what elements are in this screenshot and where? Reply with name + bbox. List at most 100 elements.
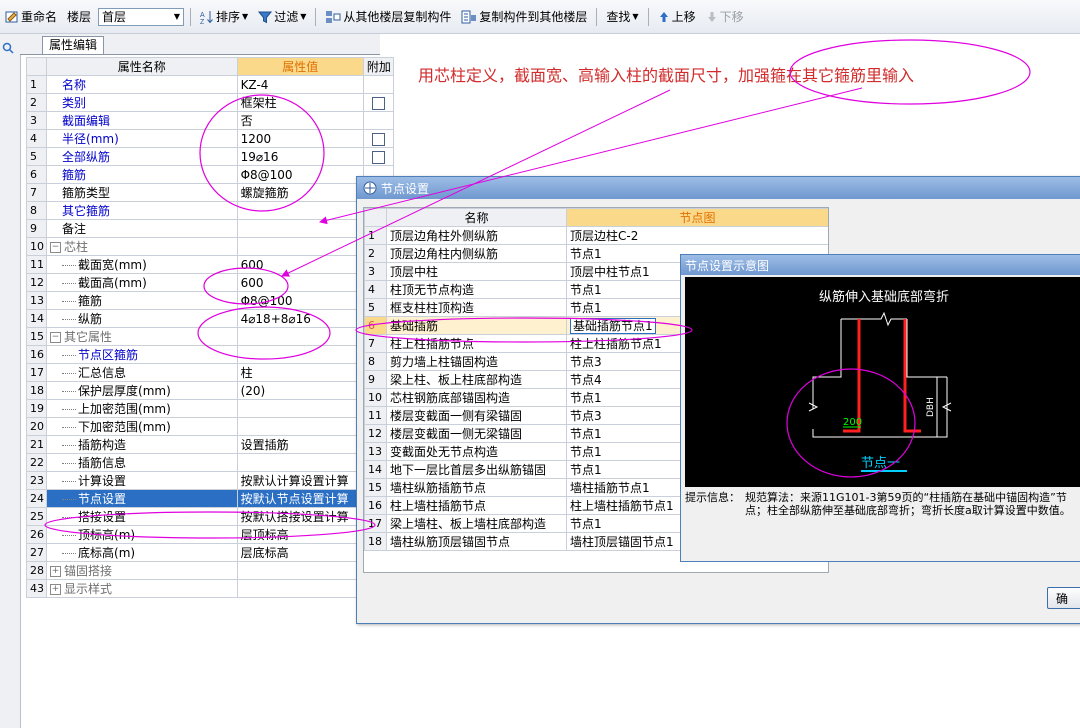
move-up-button[interactable]: 上移 <box>655 5 699 29</box>
property-name-cell[interactable]: 半径(mm) <box>46 129 238 148</box>
property-row[interactable]: 17 汇总信息 柱 <box>25 363 395 382</box>
property-row[interactable]: 26 顶标高(m) 层顶标高 <box>25 525 395 544</box>
property-name-cell[interactable]: + 显示样式 <box>46 579 238 598</box>
property-name-cell[interactable]: 截面编辑 <box>46 111 238 130</box>
property-row[interactable]: 15− 其它属性 <box>25 327 395 346</box>
tab-property-edit[interactable]: 属性编辑 <box>42 36 105 54</box>
property-value-cell[interactable] <box>236 327 364 346</box>
property-value-cell[interactable] <box>236 201 364 220</box>
property-row[interactable]: 16 节点区箍筋 <box>25 345 395 364</box>
property-row[interactable]: 23 计算设置 按默认计算设置计算 <box>25 471 395 490</box>
property-value-cell[interactable] <box>236 345 364 364</box>
property-row[interactable]: 19 上加密范围(mm) <box>25 399 395 418</box>
property-row[interactable]: 18 保护层厚度(mm) (20) <box>25 381 395 400</box>
collapse-icon[interactable]: − <box>50 242 62 253</box>
property-row[interactable]: 43 + 显示样式 <box>25 579 395 598</box>
property-name-cell[interactable]: 搭接设置 <box>46 507 238 526</box>
node-name-cell[interactable]: 芯柱钢筋底部锚固构造 <box>386 388 567 407</box>
property-name-cell[interactable]: 底标高(m) <box>46 543 238 562</box>
property-row[interactable]: 4 半径(mm) 1200 <box>25 129 395 148</box>
floor-select[interactable]: 首层 ▼ <box>98 7 185 26</box>
expand-icon[interactable]: + <box>50 584 62 595</box>
collapse-icon[interactable]: − <box>50 332 62 343</box>
property-name-cell[interactable]: 类别 <box>46 93 238 112</box>
property-row[interactable]: 10− 芯柱 <box>25 237 395 256</box>
property-row[interactable]: 7 箍筋类型 螺旋箍筋 <box>25 183 395 202</box>
property-value-cell[interactable] <box>236 417 364 436</box>
node-name-cell[interactable]: 楼层变截面一侧无梁锚固 <box>386 424 567 443</box>
property-value-cell[interactable] <box>236 561 364 580</box>
node-name-cell[interactable]: 地下一层比首层多出纵筋锚固 <box>386 460 567 479</box>
property-value-cell[interactable] <box>236 579 364 598</box>
node-name-cell[interactable]: 墙柱纵筋插筋节点 <box>386 478 567 497</box>
property-name-cell[interactable]: − 其它属性 <box>46 327 238 346</box>
property-row[interactable]: 22 插筋信息 <box>25 453 395 472</box>
property-value-cell[interactable]: 600 <box>236 273 364 292</box>
property-name-cell[interactable]: 箍筋 <box>46 291 238 310</box>
property-value-cell[interactable]: Φ8@100 <box>236 291 364 310</box>
property-name-cell[interactable]: 截面宽(mm) <box>46 255 238 274</box>
property-row[interactable]: 27 底标高(m) 层底标高 <box>25 543 395 562</box>
property-value-cell[interactable]: 600 <box>236 255 364 274</box>
property-row[interactable]: 3 截面编辑 否 <box>25 111 395 130</box>
node-name-cell[interactable]: 顶层边角柱外侧纵筋 <box>386 226 567 245</box>
property-name-cell[interactable]: 节点区箍筋 <box>46 345 238 364</box>
property-value-cell[interactable] <box>236 237 364 256</box>
property-name-cell[interactable]: 顶标高(m) <box>46 525 238 544</box>
copy-to-other-floor-button[interactable]: 复制构件到其他楼层 <box>458 5 590 29</box>
node-name-cell[interactable]: 柱上墙柱插筋节点 <box>386 496 567 515</box>
property-row[interactable]: 11 截面宽(mm) 600 <box>25 255 395 274</box>
node-name-cell[interactable]: 顶层边角柱内侧纵筋 <box>386 244 567 263</box>
property-row[interactable]: 6 箍筋 Φ8@100 <box>25 165 395 184</box>
property-row[interactable]: 1 名称 KZ-4 <box>25 75 395 94</box>
node-name-cell[interactable]: 柱顶无节点构造 <box>386 280 567 299</box>
ok-button[interactable]: 确 <box>1047 587 1080 609</box>
property-row[interactable]: 24 节点设置 按默认节点设置计算 <box>25 489 395 508</box>
node-name-cell[interactable]: 变截面处无节点构造 <box>386 442 567 461</box>
property-name-cell[interactable]: 箍筋类型 <box>46 183 238 202</box>
property-row[interactable]: 21 插筋构造 设置插筋 <box>25 435 395 454</box>
property-row[interactable]: 14 纵筋 4⌀18+8⌀16 <box>25 309 395 328</box>
property-name-cell[interactable]: 计算设置 <box>46 471 238 490</box>
property-value-cell[interactable] <box>236 453 364 472</box>
property-value-cell[interactable]: (20) <box>236 381 364 400</box>
sort-button[interactable]: AZ 排序 ▼ <box>197 5 251 29</box>
property-value-cell[interactable] <box>236 219 364 238</box>
extra-checkbox[interactable] <box>371 96 385 110</box>
property-value-cell[interactable]: 否 <box>236 111 364 130</box>
property-row[interactable]: 2 类别 框架柱 <box>25 93 395 112</box>
property-name-cell[interactable]: 全部纵筋 <box>46 147 238 166</box>
property-value-cell[interactable]: 4⌀18+8⌀16 <box>236 309 364 328</box>
property-row[interactable]: 12 截面高(mm) 600 <box>25 273 395 292</box>
copy-from-other-floor-button[interactable]: 从其他楼层复制构件 <box>322 5 454 29</box>
header-extra[interactable]: 附加 <box>362 57 395 76</box>
property-value-cell[interactable] <box>236 399 364 418</box>
property-name-cell[interactable]: 箍筋 <box>46 165 238 184</box>
node-row[interactable]: 1 顶层边角柱外侧纵筋 顶层边柱C-2 <box>364 226 828 245</box>
property-name-cell[interactable]: 保护层厚度(mm) <box>46 381 238 400</box>
node-name-cell[interactable]: 梁上墙柱、板上墙柱底部构造 <box>386 514 567 533</box>
property-name-cell[interactable]: 纵筋 <box>46 309 238 328</box>
property-row[interactable]: 13 箍筋 Φ8@100 <box>25 291 395 310</box>
extra-checkbox[interactable] <box>371 150 385 164</box>
property-value-cell[interactable]: 层底标高 <box>236 543 364 562</box>
rename-button[interactable]: 重命名 <box>2 5 60 29</box>
property-name-cell[interactable]: 其它箍筋 <box>46 201 238 220</box>
property-row[interactable]: 5 全部纵筋 19⌀16 <box>25 147 395 166</box>
property-value-cell[interactable]: KZ-4 <box>236 75 364 94</box>
node-settings-titlebar[interactable]: 节点设置 <box>357 177 1080 199</box>
node-diagram-cell[interactable]: 顶层边柱C-2 <box>566 226 828 245</box>
property-row[interactable]: 25 搭接设置 按默认搭接设置计算 <box>25 507 395 526</box>
node-name-cell[interactable]: 墙柱纵筋顶层锚固节点 <box>386 532 567 551</box>
header-property-name[interactable]: 属性名称 <box>46 57 238 76</box>
property-name-cell[interactable]: 插筋信息 <box>46 453 238 472</box>
header-property-value[interactable]: 属性值 <box>236 57 364 76</box>
node-name-cell[interactable]: 基础插筋 <box>386 316 567 335</box>
property-name-cell[interactable]: 名称 <box>46 75 238 94</box>
header-node-name[interactable]: 名称 <box>386 208 567 227</box>
property-value-cell[interactable]: Φ8@100 <box>236 165 364 184</box>
node-name-cell[interactable]: 剪力墙上柱锚固构造 <box>386 352 567 371</box>
expand-icon[interactable]: + <box>50 566 62 577</box>
property-row[interactable]: 28 + 锚固搭接 <box>25 561 395 580</box>
property-name-cell[interactable]: + 锚固搭接 <box>46 561 238 580</box>
